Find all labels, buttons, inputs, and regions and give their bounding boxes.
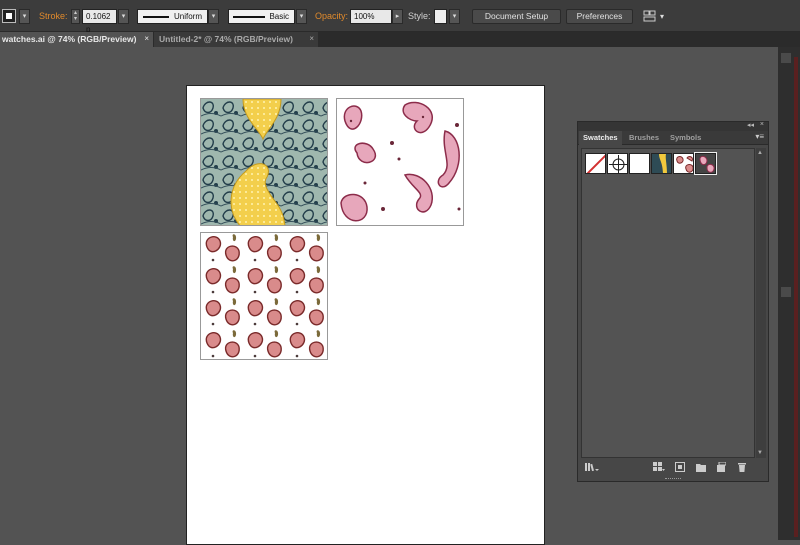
panel-menu-icon[interactable]: ▾≡ <box>755 132 764 141</box>
opacity-field[interactable]: 100% <box>350 9 392 24</box>
swatch-paisley-yellow[interactable] <box>651 153 672 174</box>
swatch-list <box>581 148 755 458</box>
tab-brushes[interactable]: Brushes <box>625 131 663 145</box>
scroll-down-arrow-icon[interactable]: ▼ <box>757 450 763 456</box>
artboard[interactable] <box>186 85 545 545</box>
stroke-weight-field[interactable]: 0.1062 p <box>82 9 117 34</box>
swatch-paisley-red-grid[interactable] <box>673 153 694 174</box>
stroke-weight-stepper[interactable]: ▴ ▾ <box>71 9 80 24</box>
swatch-list-scrollbar[interactable]: ▲ ▼ <box>756 148 766 458</box>
right-dock-strip <box>778 47 800 540</box>
swatch-registration[interactable] <box>607 153 628 174</box>
pattern-teal-yellow[interactable] <box>200 98 328 226</box>
arrange-documents-icon[interactable] <box>643 9 657 24</box>
panel-titlebar[interactable]: ◂◂ × <box>578 121 768 131</box>
brush-definition-select[interactable]: Basic <box>228 9 295 24</box>
tab-symbols[interactable]: Symbols <box>666 131 705 145</box>
fill-dropdown-arrow-icon[interactable]: ▾ <box>19 9 30 24</box>
scroll-up-arrow-icon[interactable] <box>781 53 791 63</box>
style-label: Style: <box>408 11 431 21</box>
profile-dropdown-icon[interactable]: ▾ <box>208 9 219 24</box>
new-color-group-icon[interactable] <box>696 462 706 472</box>
close-icon[interactable]: × <box>144 32 149 46</box>
control-panel-menu-icon[interactable]: ▾ <box>660 9 664 24</box>
style-dropdown-icon[interactable]: ▾ <box>449 9 460 24</box>
show-swatch-kinds-icon[interactable] <box>653 462 665 472</box>
swatch-white[interactable] <box>629 153 650 174</box>
document-setup-button[interactable]: Document Setup <box>472 9 561 24</box>
brush-label: Basic <box>269 12 289 21</box>
tab-label: watches.ai @ 74% (RGB/Preview) <box>2 34 137 44</box>
profile-label: Uniform <box>173 12 202 21</box>
fill-stroke-swatch[interactable] <box>2 9 16 23</box>
panel-footer <box>578 459 768 481</box>
brush-dropdown-icon[interactable]: ▾ <box>296 9 307 24</box>
close-icon[interactable]: × <box>760 121 764 128</box>
collapsed-panel-edge <box>794 57 798 537</box>
stroke-label[interactable]: Stroke: <box>39 9 68 24</box>
pattern-red-paisley-grid[interactable] <box>200 232 328 360</box>
variable-width-profile-select[interactable]: Uniform <box>137 9 208 24</box>
delete-swatch-icon[interactable] <box>737 462 747 472</box>
preferences-button[interactable]: Preferences <box>566 9 633 24</box>
panel-tab-row: Swatches Brushes Symbols ▾≡ <box>578 131 768 145</box>
tab-watches[interactable]: watches.ai @ 74% (RGB/Preview) × <box>0 32 153 47</box>
tab-untitled-2[interactable]: Untitled-2* @ 74% (RGB/Preview) × <box>154 32 318 47</box>
swatch-libraries-menu-icon[interactable] <box>585 462 599 472</box>
pattern-pink-paisley[interactable] <box>336 98 464 226</box>
swatch-paisley-pink[interactable] <box>694 152 717 175</box>
control-bar: ▾ Stroke: ▴ ▾ 0.1062 p ▾ Uniform ▾ Basic … <box>0 0 800 34</box>
scroll-up-arrow-icon[interactable]: ▲ <box>757 150 763 156</box>
stroke-weight-dropdown-icon[interactable]: ▾ <box>118 9 129 24</box>
opacity-label[interactable]: Opacity: <box>315 9 348 24</box>
swatches-panel: ◂◂ × Swatches Brushes Symbols ▾≡ ▲ ▼ <box>577 121 769 482</box>
scrollbar-thumb[interactable] <box>781 287 791 297</box>
swatch-none[interactable] <box>585 153 606 174</box>
swatch-options-icon[interactable] <box>675 462 685 472</box>
document-tab-bar: watches.ai @ 74% (RGB/Preview) × Untitle… <box>0 32 800 47</box>
new-swatch-icon[interactable] <box>716 461 727 472</box>
tab-swatches[interactable]: Swatches <box>579 131 622 145</box>
close-icon[interactable]: × <box>309 32 314 46</box>
opacity-dropdown-icon[interactable]: ▸ <box>392 9 403 24</box>
tab-label: Untitled-2* @ 74% (RGB/Preview) <box>159 34 293 44</box>
panel-resize-grip[interactable] <box>665 478 681 480</box>
graphic-style-swatch[interactable] <box>434 9 447 24</box>
collapse-panel-icon[interactable]: ◂◂ <box>747 121 754 129</box>
